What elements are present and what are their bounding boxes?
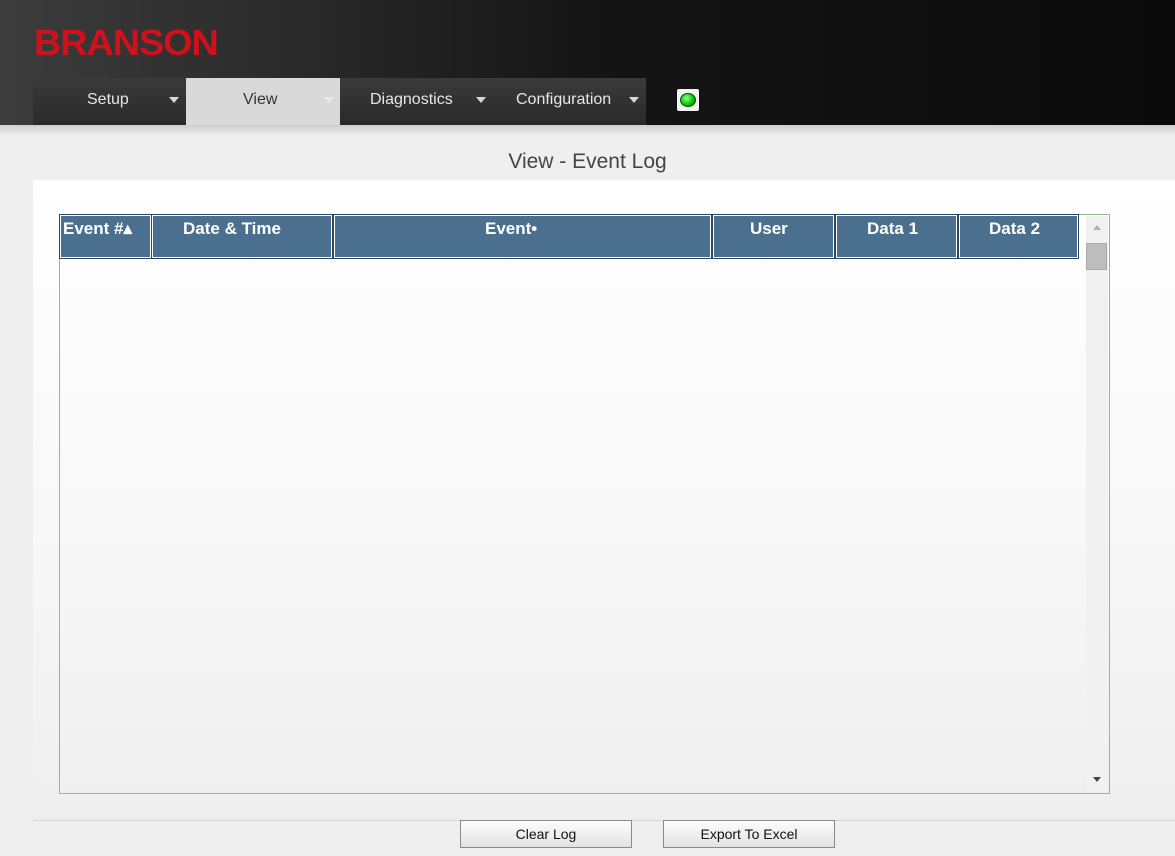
- column-header-data-1[interactable]: Data 1: [835, 214, 958, 259]
- vertical-scrollbar[interactable]: [1086, 216, 1108, 792]
- export-to-excel-button[interactable]: Export To Excel: [663, 820, 835, 848]
- nav-view-label: View: [243, 91, 278, 108]
- column-header-label: Data 2: [989, 219, 1041, 238]
- nav-configuration[interactable]: Configuration: [500, 78, 646, 125]
- scroll-thumb[interactable]: [1086, 243, 1107, 270]
- scroll-up-icon[interactable]: [1093, 225, 1101, 230]
- status-led-icon: [677, 89, 699, 111]
- chevron-down-icon[interactable]: [629, 97, 639, 103]
- column-header-event[interactable]: Event•: [333, 214, 712, 259]
- column-header-label: Date & Time: [183, 219, 281, 238]
- nav-setup-label: Setup: [87, 91, 129, 108]
- column-header-data-2[interactable]: Data 2: [958, 214, 1079, 259]
- column-header-label: Data 1: [867, 219, 919, 238]
- nav-diagnostics[interactable]: Diagnostics: [340, 78, 500, 125]
- column-header-user[interactable]: User: [712, 214, 835, 259]
- column-header-date-time[interactable]: Date & Time: [151, 214, 333, 259]
- nav-setup[interactable]: Setup: [33, 78, 186, 125]
- clear-log-button[interactable]: Clear Log: [460, 820, 632, 848]
- branson-logo: BRANSON: [34, 22, 219, 63]
- column-header-label: User: [750, 219, 788, 238]
- chevron-down-icon[interactable]: [324, 97, 334, 103]
- scroll-down-icon[interactable]: [1093, 777, 1101, 782]
- app-header: BRANSON Setup View Diagnostics Configura…: [0, 0, 1175, 135]
- nav-diagnostics-label: Diagnostics: [370, 91, 453, 108]
- column-header-label: Event•: [485, 219, 538, 238]
- nav-view[interactable]: View: [186, 78, 340, 125]
- chevron-down-icon[interactable]: [169, 97, 179, 103]
- page-title: View - Event Log: [508, 150, 667, 173]
- column-header-label: Event #▴: [63, 219, 133, 238]
- column-header-event-number[interactable]: Event #▴: [59, 214, 152, 259]
- main-nav: Setup View Diagnostics Configuration: [33, 78, 646, 125]
- nav-configuration-label: Configuration: [516, 91, 612, 108]
- event-log-grid: [59, 214, 1110, 794]
- chevron-down-icon[interactable]: [476, 97, 486, 103]
